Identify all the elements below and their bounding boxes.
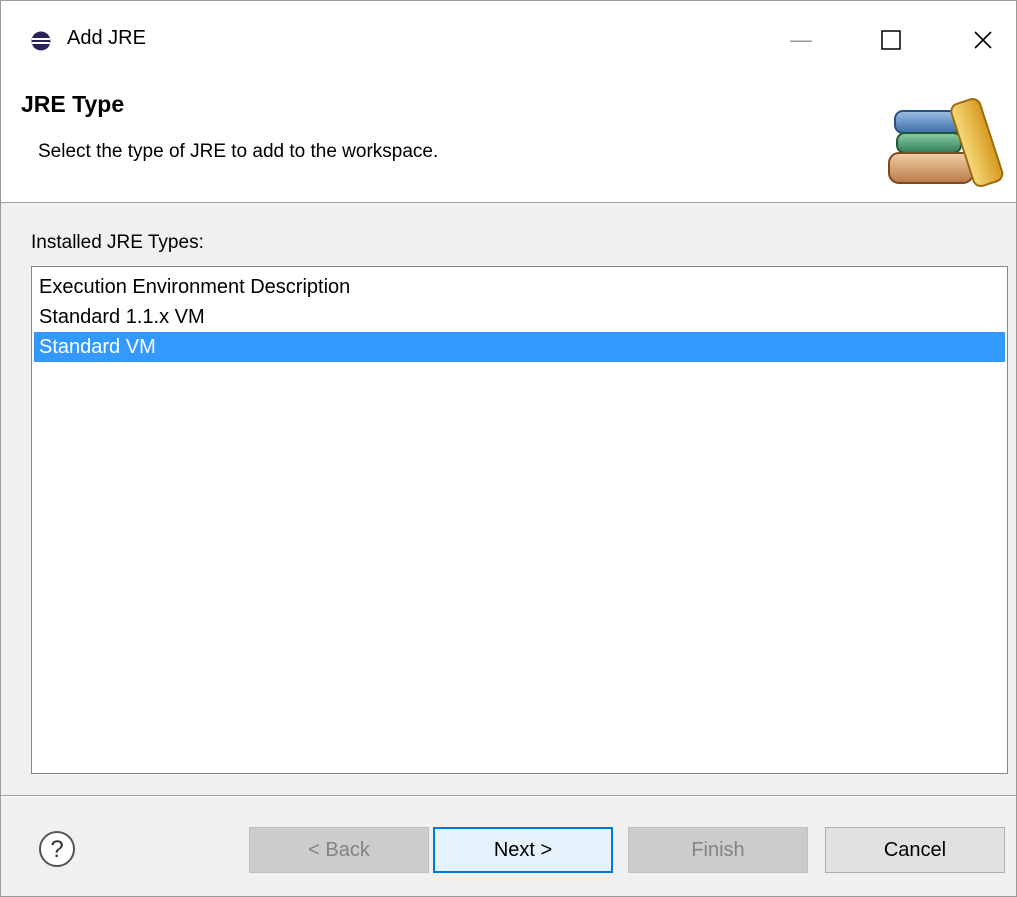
list-item-standard-1-1-x-vm[interactable]: Standard 1.1.x VM bbox=[34, 302, 1005, 332]
jre-types-list[interactable]: Execution Environment Description Standa… bbox=[31, 266, 1008, 774]
help-icon[interactable]: ? bbox=[37, 829, 77, 869]
installed-jre-types-label: Installed JRE Types: bbox=[31, 232, 204, 253]
next-button[interactable]: Next > bbox=[433, 827, 613, 873]
close-button[interactable] bbox=[953, 15, 1013, 65]
list-item-execution-environment[interactable]: Execution Environment Description bbox=[34, 272, 1005, 302]
back-button[interactable]: < Back bbox=[249, 827, 429, 873]
wizard-banner: JRE Type Select the type of JRE to add t… bbox=[1, 81, 1016, 203]
eclipse-app-icon bbox=[31, 31, 51, 51]
list-item-standard-vm[interactable]: Standard VM bbox=[34, 332, 1005, 362]
window-title: Add JRE bbox=[67, 27, 146, 49]
page-title: JRE Type bbox=[21, 91, 125, 117]
maximize-button[interactable] bbox=[861, 15, 921, 65]
maximize-icon bbox=[881, 30, 901, 50]
title-bar: Add JRE — bbox=[1, 1, 1016, 81]
close-icon bbox=[974, 31, 992, 49]
minimize-button[interactable]: — bbox=[771, 15, 831, 65]
add-jre-dialog: Add JRE — JRE Type Select the type of JR… bbox=[0, 0, 1017, 897]
finish-button[interactable]: Finish bbox=[628, 827, 808, 873]
footer-separator bbox=[1, 795, 1016, 797]
cancel-button[interactable]: Cancel bbox=[825, 827, 1005, 873]
svg-text:?: ? bbox=[50, 836, 63, 863]
books-icon bbox=[888, 98, 1004, 187]
page-description: Select the type of JRE to add to the wor… bbox=[38, 141, 439, 162]
